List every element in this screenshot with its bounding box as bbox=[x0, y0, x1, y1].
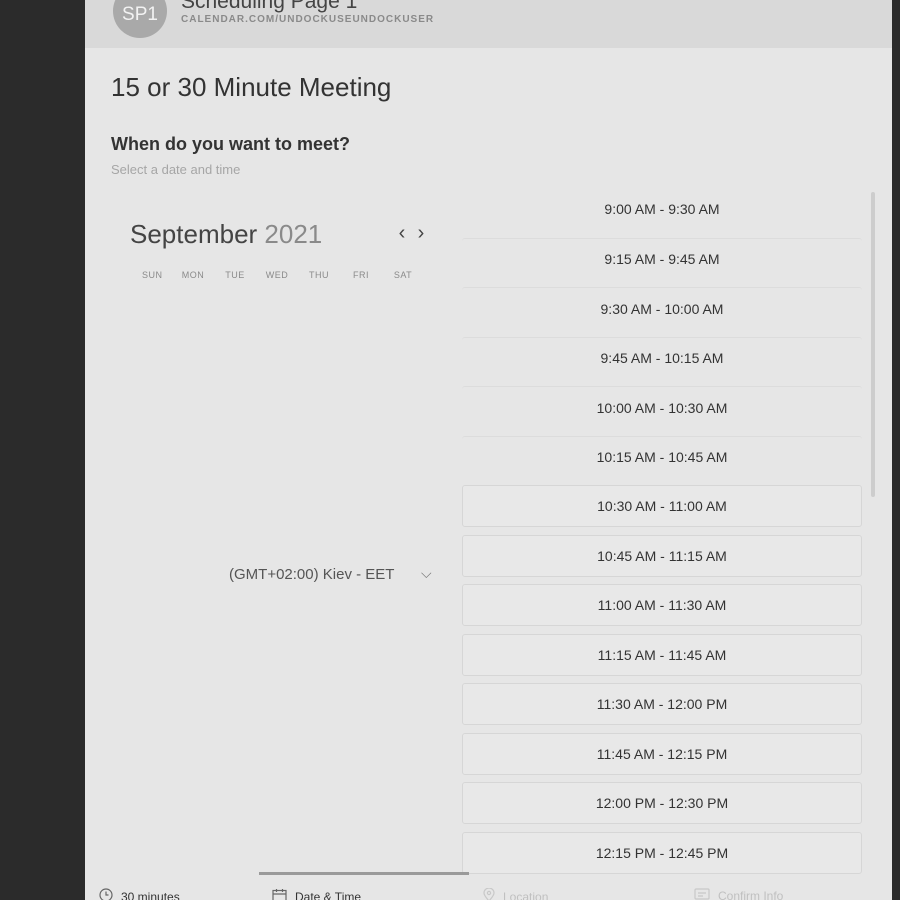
page-title: 15 or 30 Minute Meeting bbox=[111, 72, 392, 102]
time-slot[interactable]: 9:45 AM - 10:15 AM bbox=[462, 336, 862, 379]
time-slot[interactable]: 9:15 AM - 9:45 AM bbox=[462, 237, 862, 280]
chevron-down-icon: ⌵ bbox=[421, 565, 432, 581]
next-month-button[interactable]: › bbox=[413, 222, 429, 244]
step-duration: 30 minutes bbox=[99, 888, 180, 900]
clock-icon bbox=[99, 888, 113, 900]
previous-month-button[interactable]: ‹ bbox=[394, 222, 410, 244]
section-heading: When do you want to meet? bbox=[111, 134, 350, 154]
weekday-label: SAT bbox=[393, 270, 413, 280]
weekday-label: TUE bbox=[225, 270, 245, 280]
time-slot[interactable]: 11:00 AM - 11:30 AM bbox=[462, 584, 862, 626]
chevron-right-icon: › bbox=[417, 221, 425, 244]
time-slot[interactable]: 10:15 AM - 10:45 AM bbox=[462, 435, 862, 478]
time-slot[interactable]: 10:30 AM - 11:00 AM bbox=[462, 485, 862, 527]
time-slot[interactable]: 9:30 AM - 10:00 AM bbox=[462, 287, 862, 329]
scheduling-page-header: SP1 Scheduling Page 1 CALENDAR.COM/UNDOC… bbox=[85, 0, 892, 48]
step-date-time[interactable]: Date & Time bbox=[272, 888, 361, 900]
step-date-time-label: Date & Time bbox=[295, 889, 362, 900]
weekday-label: FRI bbox=[353, 270, 369, 280]
timezone-select[interactable]: (GMT+02:00) Kiev - EET ⌵ bbox=[225, 562, 447, 586]
step-duration-label: 30 minutes bbox=[121, 889, 180, 900]
weekday-label: SUN bbox=[142, 270, 163, 280]
time-slot[interactable]: 10:45 AM - 11:15 AM bbox=[462, 534, 862, 577]
scheduling-page-url[interactable]: CALENDAR.COM/UNDOCKUSEUNDOCKUSER bbox=[181, 14, 434, 25]
time-slot-scrollbar[interactable] bbox=[871, 192, 875, 497]
scheduling-card: SP1 Scheduling Page 1 CALENDAR.COM/UNDOC… bbox=[85, 0, 892, 900]
calendar-month: September bbox=[130, 219, 258, 249]
step-location[interactable]: Location bbox=[483, 887, 549, 900]
calendar-weekday-row: SUN MON TUE WED THU FRI SAT bbox=[130, 270, 424, 280]
scheduling-page-name: Scheduling Page 1 bbox=[181, 0, 358, 13]
id-card-icon bbox=[694, 888, 710, 900]
active-step-indicator bbox=[259, 872, 469, 875]
calendar-year: 2021 bbox=[264, 219, 323, 249]
time-slot[interactable]: 9:00 AM - 9:30 AM bbox=[462, 188, 862, 230]
step-location-label: Location bbox=[503, 889, 549, 900]
calendar-icon bbox=[272, 888, 287, 900]
weekday-label: WED bbox=[265, 270, 289, 280]
time-slot-list[interactable]: 9:00 AM - 9:30 AM 9:15 AM - 9:45 AM 9:30… bbox=[462, 188, 862, 888]
booking-steps-bar: 30 minutes Date & Time Location Confirm … bbox=[85, 872, 892, 900]
step-confirm-info-label: Confirm Info bbox=[718, 888, 784, 900]
time-slot[interactable]: 10:00 AM - 10:30 AM bbox=[462, 386, 862, 428]
step-confirm-info[interactable]: Confirm Info bbox=[694, 888, 783, 900]
time-slot[interactable]: 12:00 PM - 12:30 PM bbox=[462, 782, 862, 824]
time-slot[interactable]: 11:45 AM - 12:15 PM bbox=[462, 732, 862, 775]
weekday-label: THU bbox=[309, 270, 329, 280]
chevron-left-icon: ‹ bbox=[398, 221, 406, 244]
timezone-label: (GMT+02:00) Kiev - EET bbox=[229, 565, 395, 583]
weekday-label: MON bbox=[181, 270, 205, 280]
section-hint: Select a date and time bbox=[111, 162, 241, 177]
time-slot[interactable]: 11:30 AM - 12:00 PM bbox=[462, 683, 862, 725]
time-slot[interactable]: 12:15 PM - 12:45 PM bbox=[462, 831, 862, 874]
location-pin-icon bbox=[483, 887, 495, 900]
calendar-month-label: September 2021 bbox=[130, 219, 322, 250]
avatar: SP1 bbox=[113, 0, 167, 38]
time-slot[interactable]: 11:15 AM - 11:45 AM bbox=[462, 633, 862, 676]
